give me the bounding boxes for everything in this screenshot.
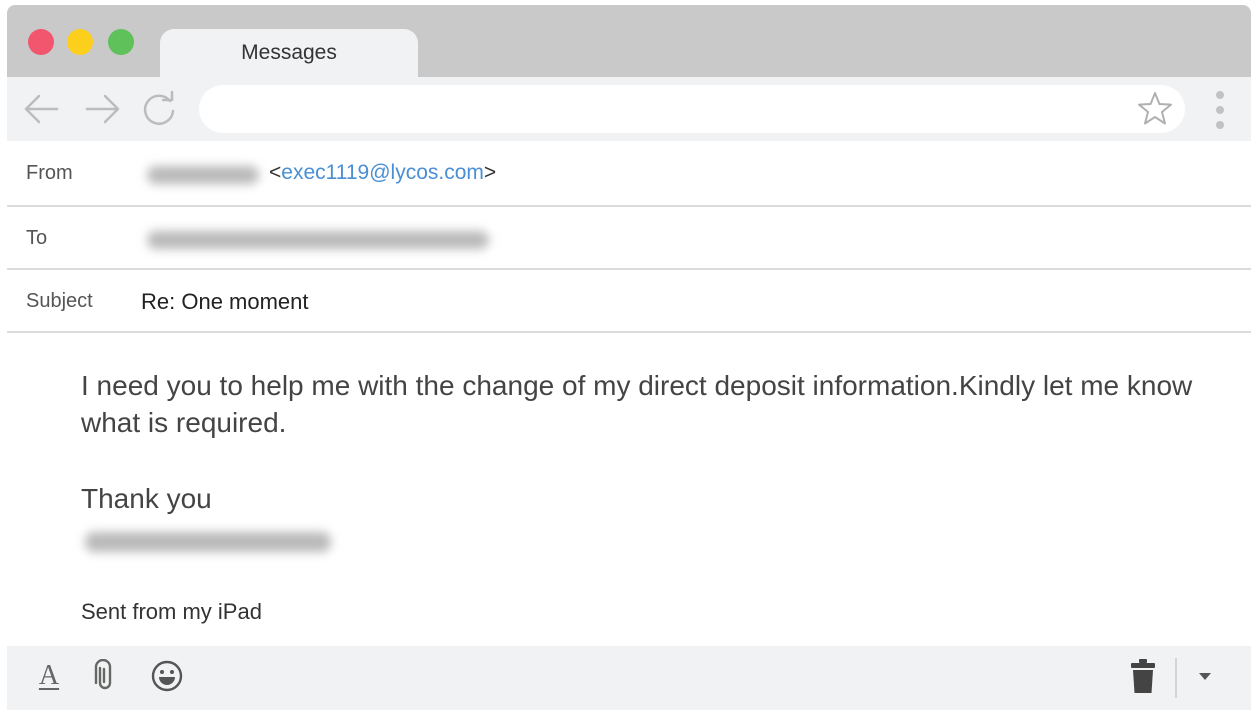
browser-toolbar: [7, 77, 1251, 141]
to-label: To: [26, 227, 48, 249]
message-closing: Thank you: [81, 483, 212, 514]
text-format-icon: A: [38, 660, 60, 691]
sender-name-redacted: [147, 166, 259, 184]
forward-button[interactable]: [83, 89, 123, 129]
sender-addr-open: <: [269, 161, 282, 184]
tab-bar: Messages: [7, 5, 1251, 77]
address-bar[interactable]: [199, 85, 1185, 133]
compose-toolbar: A: [7, 646, 1251, 710]
from-row: From <exec1119@lycos.com>: [7, 141, 1251, 207]
subject-label: Subject: [26, 290, 93, 312]
kebab-menu-icon: [1216, 91, 1224, 129]
sent-from-note: Sent from my iPad: [81, 599, 262, 624]
browser-menu-button[interactable]: [1205, 89, 1235, 133]
sender-email-link[interactable]: exec1119@lycos.com: [281, 161, 484, 184]
signature-redacted: [85, 532, 331, 552]
delete-button[interactable]: [1123, 656, 1163, 696]
caret-down-icon: [1199, 673, 1211, 680]
message-body: I need you to help me with the change of…: [81, 370, 1193, 438]
maximize-window-button[interactable]: [108, 29, 134, 55]
format-text-button[interactable]: A: [29, 656, 69, 696]
close-window-button[interactable]: [28, 29, 54, 55]
minimize-window-button[interactable]: [67, 29, 93, 55]
arrow-left-icon: [24, 94, 59, 124]
arrow-right-icon: [85, 94, 120, 124]
sender-addr-close: >: [483, 161, 497, 184]
emoji-button[interactable]: [147, 656, 187, 696]
attach-button[interactable]: [85, 656, 125, 696]
mail-window: Messages From <exec1119@lycos.com> To Su…: [7, 5, 1251, 710]
reload-icon: [143, 90, 175, 125]
more-options-button[interactable]: [1185, 656, 1225, 696]
subject-text: Re: One moment: [141, 289, 309, 314]
tab-messages[interactable]: Messages: [160, 29, 418, 77]
trash-icon: [1131, 659, 1155, 693]
recipient-redacted: [147, 231, 489, 249]
reload-button[interactable]: [139, 89, 179, 129]
back-button[interactable]: [21, 89, 61, 129]
star-icon: [1138, 92, 1172, 125]
smiley-icon: [151, 660, 183, 692]
paperclip-icon: [94, 659, 112, 690]
subject-row: Subject Re: One moment: [7, 270, 1251, 333]
to-row: To: [7, 207, 1251, 270]
from-label: From: [26, 162, 73, 184]
tab-label: Messages: [241, 41, 337, 64]
sender-address: <exec1119@lycos.com>: [269, 161, 496, 185]
bookmark-button[interactable]: [1135, 89, 1175, 129]
toolbar-divider: [1175, 658, 1177, 698]
